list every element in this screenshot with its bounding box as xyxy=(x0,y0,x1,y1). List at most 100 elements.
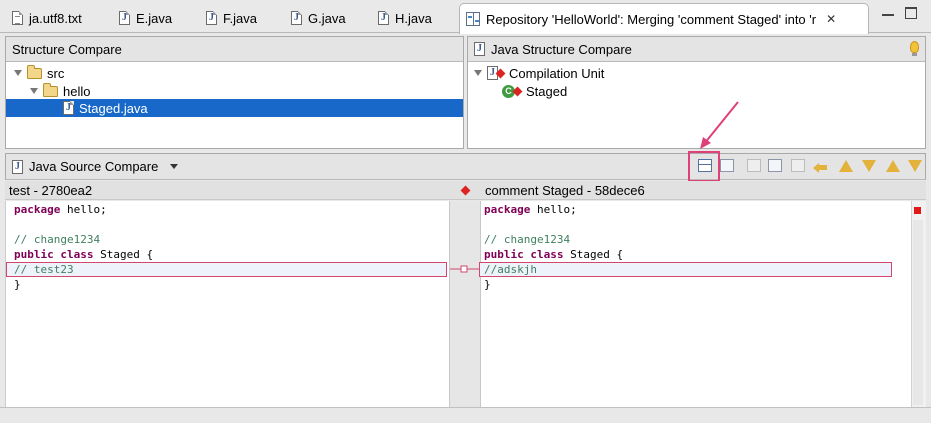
java-file-icon xyxy=(474,42,485,56)
java-file-icon xyxy=(291,11,302,25)
editor-tab-bar: ja.utf8.txt E.java F.java G.java H.java … xyxy=(0,0,931,34)
tab-e-java[interactable]: E.java xyxy=(113,4,172,32)
right-source-editor[interactable]: package hello; // change1234 public class … xyxy=(479,201,911,407)
diff-connector xyxy=(450,265,482,273)
previous-difference-button[interactable] xyxy=(860,157,877,174)
structure-compare-pane: Structure Compare src hello Staged.java xyxy=(5,36,464,149)
code-line: package hello; xyxy=(14,202,107,217)
code-line: package hello; xyxy=(484,202,577,217)
copy-all-right-to-left-button[interactable] xyxy=(766,157,783,174)
arrow-left-icon xyxy=(812,160,827,173)
left-version-label: test - 2780ea2 xyxy=(9,182,93,198)
code-line: public class Staged { xyxy=(14,247,153,262)
next-difference-icon xyxy=(838,159,853,172)
changed-line-highlight xyxy=(479,262,892,277)
vertical-scrollbar[interactable] xyxy=(913,220,923,405)
copy-change-right-to-left-button[interactable] xyxy=(811,157,828,174)
chevron-down-icon[interactable] xyxy=(170,164,179,169)
tree-item-staged-class[interactable]: C Staged xyxy=(502,82,567,100)
java-file-icon xyxy=(119,11,130,25)
copy-all-icon xyxy=(767,159,782,172)
previous-change-icon xyxy=(907,159,922,172)
maximize-icon[interactable] xyxy=(905,7,917,19)
left-source-editor[interactable]: package hello; // change1234 public class … xyxy=(6,201,449,407)
code-token: package xyxy=(14,203,61,216)
tab-g-java[interactable]: G.java xyxy=(285,4,346,32)
tree-item-hello[interactable]: hello xyxy=(30,82,90,100)
minimize-icon[interactable] xyxy=(882,8,894,16)
folder-icon xyxy=(27,64,42,79)
tab-label: F.java xyxy=(223,10,257,26)
copy-all-left-to-right-button[interactable] xyxy=(745,157,762,174)
expand-arrow-icon[interactable] xyxy=(474,70,482,76)
code-token: // test23 xyxy=(14,263,74,276)
code-line: } xyxy=(14,277,21,292)
previous-difference-icon xyxy=(861,159,876,172)
code-token: public xyxy=(484,248,524,261)
code-line: } xyxy=(484,277,491,292)
tree-item-label: hello xyxy=(63,83,91,99)
code-line: public class Staged { xyxy=(484,247,623,262)
java-file-icon xyxy=(63,101,74,115)
tab-ja-utf8-txt[interactable]: ja.utf8.txt xyxy=(6,4,82,32)
pane-title: Structure Compare xyxy=(12,41,122,57)
annotation-arrow-icon xyxy=(700,101,739,149)
tree-item-staged-java[interactable]: Staged.java xyxy=(6,99,463,117)
code-line: // change1234 xyxy=(484,232,570,247)
code-token: } xyxy=(484,278,491,291)
code-token: // change1234 xyxy=(14,233,101,246)
left-version-header: test - 2780ea2 xyxy=(5,181,449,200)
tree-item-compilation-unit[interactable]: Compilation Unit xyxy=(474,64,604,82)
code-line: // test23 xyxy=(14,262,74,277)
previous-change-button[interactable] xyxy=(906,157,923,174)
pane-title: Java Source Compare xyxy=(29,159,159,174)
code-token: class xyxy=(530,248,564,261)
tab-label: ja.utf8.txt xyxy=(29,10,82,26)
next-change-button[interactable] xyxy=(884,157,901,174)
code-line: //adskjh xyxy=(484,262,537,277)
lightbulb-icon[interactable] xyxy=(910,41,919,56)
code-token: //adskjh xyxy=(484,263,537,276)
code-line: // change1234 xyxy=(14,232,100,247)
copy-change-left-to-right-button[interactable] xyxy=(789,157,806,174)
change-marker-icon[interactable] xyxy=(914,207,921,214)
next-difference-button[interactable] xyxy=(837,157,854,174)
expand-arrow-icon[interactable] xyxy=(14,70,22,76)
java-file-icon xyxy=(378,11,389,25)
tab-label: Repository 'HelloWorld': Merging 'commen… xyxy=(486,11,817,27)
code-token: hello; xyxy=(60,203,107,216)
right-version-label: comment Staged - 58dece6 xyxy=(485,182,645,198)
code-token: } xyxy=(14,278,21,291)
code-token: hello; xyxy=(530,203,577,216)
code-token: Staged { xyxy=(93,248,154,261)
code-token: class xyxy=(60,248,94,261)
copy-change-icon xyxy=(790,159,805,172)
center-diff-gutter xyxy=(449,201,482,407)
code-token: Staged { xyxy=(563,248,624,261)
bottom-edge xyxy=(0,407,931,423)
tab-label: G.java xyxy=(308,10,346,26)
tree-item-label: Staged xyxy=(526,83,568,99)
tab-f-java[interactable]: F.java xyxy=(200,4,257,32)
tree-item-src[interactable]: src xyxy=(14,64,64,82)
tab-h-java[interactable]: H.java xyxy=(372,4,432,32)
structure-compare-header: Structure Compare xyxy=(6,37,463,62)
tree-item-label: Staged.java xyxy=(79,100,148,116)
tree-item-label: Compilation Unit xyxy=(509,65,605,81)
expand-arrow-icon[interactable] xyxy=(30,88,38,94)
java-file-icon xyxy=(206,11,217,25)
close-icon[interactable]: ✕ xyxy=(826,12,836,26)
text-file-icon xyxy=(12,11,23,25)
ignore-whitespace-button[interactable] xyxy=(718,157,735,174)
center-header xyxy=(449,181,481,200)
right-version-header: comment Staged - 58dece6 xyxy=(481,181,926,200)
copy-all-icon xyxy=(746,159,761,172)
java-file-icon xyxy=(12,159,23,174)
code-token: // change1234 xyxy=(484,233,571,246)
tab-merge-compare[interactable]: Repository 'HelloWorld': Merging 'commen… xyxy=(459,3,869,34)
java-structure-compare-header: Java Structure Compare xyxy=(468,37,925,62)
pane-title: Java Structure Compare xyxy=(491,41,632,57)
compare-editor-icon xyxy=(466,12,480,26)
tab-label: E.java xyxy=(136,10,173,26)
package-folder-icon xyxy=(43,82,58,97)
